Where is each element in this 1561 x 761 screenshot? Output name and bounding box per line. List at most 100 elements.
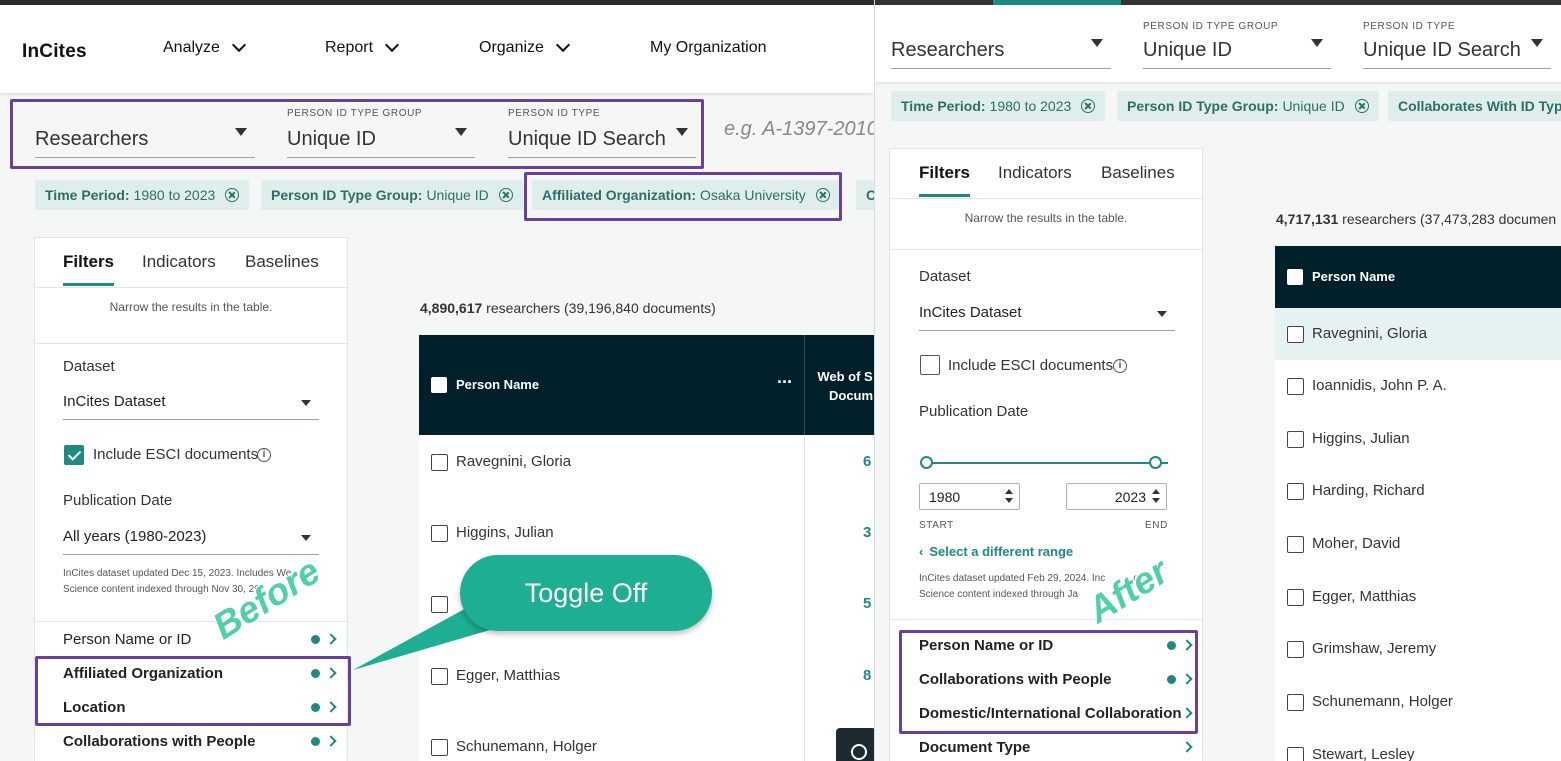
spin-down-icon[interactable] xyxy=(1152,498,1160,503)
filter-person-name-or-id[interactable]: Person Name or ID xyxy=(63,631,191,648)
tab-indicators[interactable]: Indicators xyxy=(142,252,216,272)
row-checkbox[interactable] xyxy=(1287,589,1304,606)
person-id-group-value: Unique ID xyxy=(1143,39,1232,61)
more-options-icon[interactable]: ··· xyxy=(777,372,793,393)
table-row-name[interactable]: Ravegnini, Gloria xyxy=(1312,325,1427,342)
col-person-name[interactable]: Person Name xyxy=(456,377,539,392)
row-checkbox[interactable] xyxy=(1287,536,1304,553)
row-checkbox[interactable] xyxy=(1287,641,1304,658)
dataset-select[interactable]: InCites Dataset xyxy=(63,393,319,420)
select-all-checkbox[interactable] xyxy=(1287,269,1303,285)
chip-time-period[interactable]: Time Period: 1980 to 2023 xyxy=(891,91,1106,121)
divider xyxy=(35,621,347,622)
row-checkbox[interactable] xyxy=(1287,431,1304,448)
tab-filters[interactable]: Filters xyxy=(919,163,971,197)
date-range-track[interactable] xyxy=(926,462,1168,464)
table-row-value[interactable]: 8 xyxy=(863,667,871,684)
divider xyxy=(890,619,1202,620)
range-end-handle[interactable] xyxy=(1149,456,1162,469)
table-row-name[interactable]: Grimshaw, Jeremy xyxy=(1312,640,1436,657)
table-row-name[interactable]: Stewart, Lesley xyxy=(1312,746,1415,761)
tab-filters[interactable]: Filters xyxy=(63,252,115,286)
panel-tabs: Filters Indicators Baselines xyxy=(35,238,347,288)
nav-label: Organize xyxy=(479,39,544,56)
info-icon[interactable]: i xyxy=(257,448,271,462)
chevron-left-icon: ‹ xyxy=(919,544,924,559)
tab-baselines[interactable]: Baselines xyxy=(245,252,319,272)
table-row-name[interactable]: Higgins, Julian xyxy=(456,524,554,541)
table-row-value[interactable]: 3 xyxy=(863,524,871,541)
nav-report[interactable]: Report xyxy=(325,37,400,57)
row-checkbox[interactable] xyxy=(431,454,448,471)
results-table: Person Name Ravegnini, Gloria Ioannidis,… xyxy=(1275,246,1561,761)
spin-up-icon[interactable] xyxy=(1005,489,1013,494)
chip-person-id-group[interactable]: Person ID Type Group: Unique ID xyxy=(1117,91,1379,121)
dataset-label: Dataset xyxy=(919,268,971,285)
row-checkbox[interactable] xyxy=(1287,326,1304,343)
esci-checkbox[interactable] xyxy=(64,445,84,465)
table-row-name[interactable]: Ioannidis, John P. A. xyxy=(1312,377,1447,394)
chip-truncated[interactable]: C xyxy=(856,180,874,210)
entity-type-select[interactable]: Researchers xyxy=(891,25,1111,69)
filter-document-type[interactable]: Document Type xyxy=(919,739,1030,756)
caret-down-icon xyxy=(1311,39,1323,47)
caret-down-icon xyxy=(1091,39,1103,47)
dataset-select[interactable]: InCites Dataset xyxy=(919,304,1175,331)
note-line: InCites dataset updated Feb 29, 2024. In… xyxy=(919,573,1106,584)
spin-up-icon[interactable] xyxy=(1152,489,1160,494)
search-input[interactable]: e.g. A-1397-2010 xyxy=(724,118,874,141)
tab-indicators[interactable]: Indicators xyxy=(998,163,1072,183)
row-checkbox[interactable] xyxy=(1287,378,1304,395)
select-all-checkbox[interactable] xyxy=(431,377,447,393)
chevron-right-icon[interactable] xyxy=(325,633,337,645)
select-different-range-link[interactable]: ‹ Select a different range xyxy=(919,544,1073,559)
person-id-type-select[interactable]: PERSON ID TYPE Unique ID Search xyxy=(1363,21,1551,69)
table-row-value[interactable]: 6 xyxy=(863,453,871,470)
info-icon[interactable]: i xyxy=(1113,359,1127,373)
table-row-name[interactable]: Egger, Matthias xyxy=(1312,588,1416,605)
row-checkbox[interactable] xyxy=(431,525,448,542)
person-id-group-select[interactable]: PERSON ID TYPE GROUP Unique ID xyxy=(1143,21,1331,69)
results-count: 4,717,131 researchers (37,473,283 docume… xyxy=(1276,211,1556,227)
close-icon[interactable] xyxy=(225,188,240,202)
tab-baselines[interactable]: Baselines xyxy=(1101,163,1175,183)
table-row-name[interactable]: Schunemann, Holger xyxy=(456,738,597,755)
row-checkbox[interactable] xyxy=(431,739,448,756)
publication-date-label: Publication Date xyxy=(919,403,1029,420)
table-row-name[interactable]: Schunemann, Holger xyxy=(1312,693,1453,710)
filter-collaborations-with-people[interactable]: Collaborations with People xyxy=(63,733,256,750)
chevron-right-icon[interactable] xyxy=(325,735,337,747)
row-checkbox[interactable] xyxy=(1287,483,1304,500)
close-icon[interactable] xyxy=(1354,99,1369,113)
col-person-name[interactable]: Person Name xyxy=(1312,269,1395,284)
before-pane: InCites Analyze Report Organize My Organ… xyxy=(0,0,874,761)
spin-down-icon[interactable] xyxy=(1005,498,1013,503)
nav-analyze[interactable]: Analyze xyxy=(163,37,246,57)
nav-organize[interactable]: Organize xyxy=(479,37,570,57)
esci-checkbox[interactable] xyxy=(920,355,940,375)
close-icon[interactable] xyxy=(498,188,513,202)
chip-value: Unique ID xyxy=(1282,98,1345,114)
table-row-name[interactable]: Higgins, Julian xyxy=(1312,430,1410,447)
table-row-name[interactable]: Harding, Richard xyxy=(1312,482,1425,499)
publication-date-select[interactable]: All years (1980-2023) xyxy=(63,528,319,555)
row-checkbox[interactable] xyxy=(1287,747,1304,761)
range-start-handle[interactable] xyxy=(920,456,933,469)
zoom-out-icon[interactable] xyxy=(836,728,874,761)
col-wos-documents[interactable]: Web of S Docum xyxy=(817,367,873,405)
range-start-input[interactable]: 1980 xyxy=(919,483,1020,510)
row-checkbox[interactable] xyxy=(1287,694,1304,711)
top-nav-bar: InCites Analyze Report Organize My Organ… xyxy=(0,0,874,93)
chip-person-id-group[interactable]: Person ID Type Group: Unique ID xyxy=(261,180,523,210)
nav-my-organization[interactable]: My Organization xyxy=(650,39,767,57)
chevron-right-icon[interactable] xyxy=(1181,741,1193,753)
table-row-value[interactable]: 5 xyxy=(863,595,871,612)
table-row-name[interactable]: Ravegnini, Gloria xyxy=(456,453,571,470)
table-row-name[interactable]: Moher, David xyxy=(1312,535,1400,552)
range-end-input[interactable]: 2023 xyxy=(1066,483,1167,510)
chip-collaborates-with[interactable]: Collaborates With ID Typ xyxy=(1388,91,1561,121)
chip-time-period[interactable]: Time Period: 1980 to 2023 xyxy=(35,180,250,210)
close-icon[interactable] xyxy=(1081,99,1096,113)
range-end-value: 2023 xyxy=(1114,489,1146,505)
col-line: Web of S xyxy=(817,369,873,384)
